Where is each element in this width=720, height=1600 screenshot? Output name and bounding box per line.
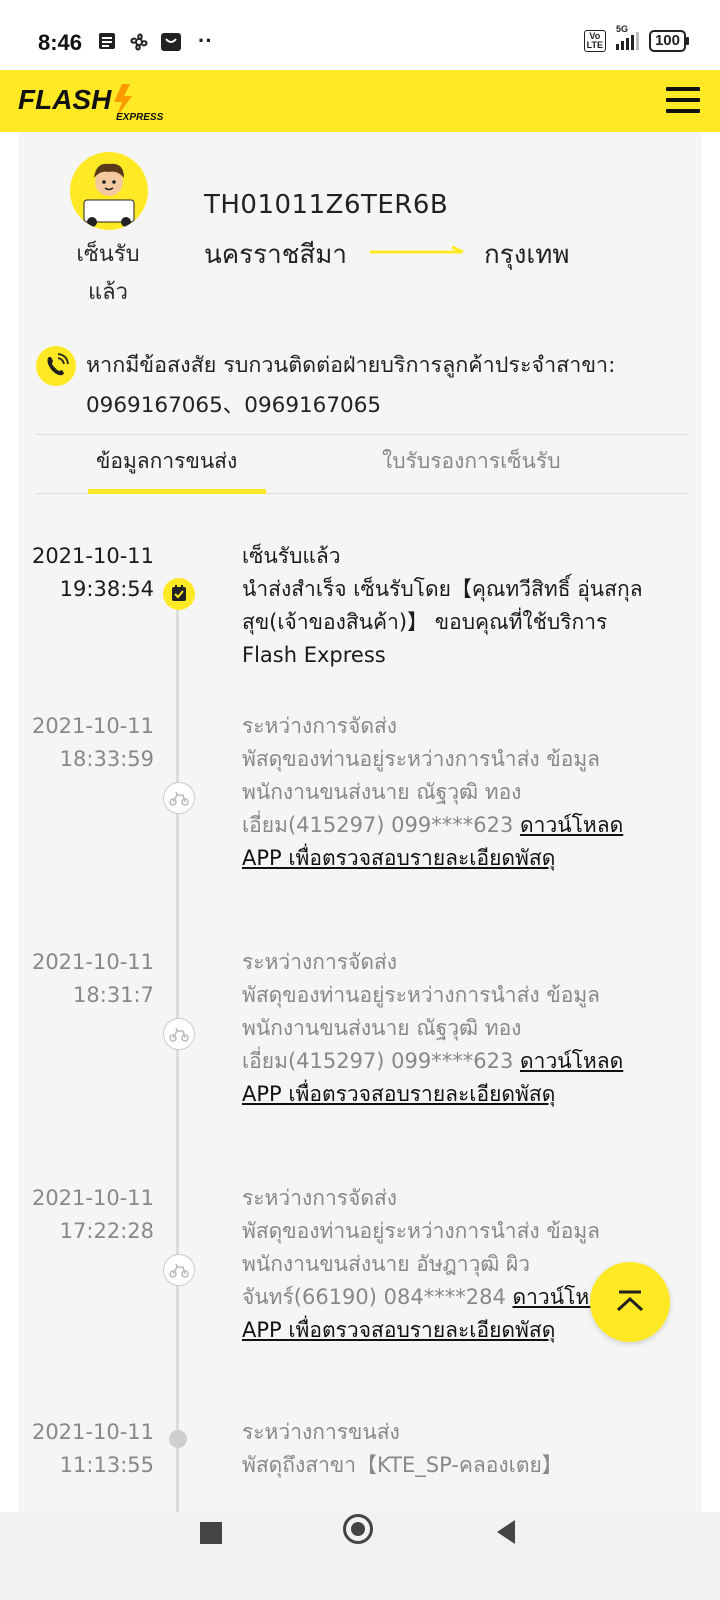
event-time: 18:33:59	[59, 747, 154, 771]
event-time: 17:22:28	[59, 1219, 154, 1243]
event-datetime: 2021-10-11 18:31:7	[18, 946, 154, 1012]
delivery-status: เซ็นรับแล้ว	[76, 242, 140, 305]
event-datetime: 2021-10-11 19:38:54	[18, 540, 154, 606]
signal-icon: 5G	[615, 24, 639, 50]
event-date: 2021-10-11	[31, 1420, 154, 1444]
origin-city: นครราชสีมา	[204, 240, 347, 270]
app-header: FLASH EXPRESS	[0, 70, 720, 132]
event-title: ระหว่างการขนส่ง	[242, 1420, 400, 1444]
hamburger-menu-icon[interactable]	[666, 87, 700, 117]
home-icon[interactable]	[343, 1514, 373, 1544]
more-notifications-icon: ··	[198, 28, 213, 53]
battery-icon: 100	[648, 30, 690, 52]
tab-signature-certificate[interactable]: ใบรับรองการเซ็นรับ	[382, 445, 561, 478]
signed-status-icon	[163, 578, 195, 610]
tab-shipping-info[interactable]: ข้อมูลการขนส่ง	[96, 445, 237, 478]
event-time: 19:38:54	[59, 577, 154, 601]
event-datetime: 2021-10-11 17:22:28	[18, 1182, 154, 1248]
courier-avatar	[70, 152, 148, 230]
motorbike-icon	[163, 782, 195, 814]
chevron-up-icon	[616, 1290, 644, 1312]
event-date: 2021-10-11	[31, 714, 154, 738]
volte-icon: Vo LTE	[583, 30, 606, 52]
event-datetime: 2021-10-11 11:13:55	[18, 1416, 154, 1482]
event-details: เซ็นรับแล้ว นำส่งสำเร็จ เซ็นรับโดย【คุณทว…	[242, 540, 662, 672]
event-details: ระหว่างการจัดส่ง พัสดุของท่านอยู่ระหว่าง…	[242, 946, 662, 1111]
event-date: 2021-10-11	[31, 950, 154, 974]
event-title: ระหว่างการจัดส่ง	[242, 714, 398, 738]
event-date: 2021-10-11	[31, 1186, 154, 1210]
fan-icon	[130, 33, 148, 51]
event-details: ระหว่างการขนส่ง พัสดุถึงสาขา【KTE_SP-คลอง…	[242, 1416, 662, 1482]
destination-city: กรุงเทพ	[484, 240, 570, 270]
status-time: 8:46	[38, 30, 83, 55]
event-date: 2021-10-11	[31, 544, 154, 568]
status-bar: 8:46 ·· Vo LTE 5G 100	[0, 0, 720, 70]
network-type: 5G	[615, 24, 628, 34]
scroll-to-top-button[interactable]	[590, 1262, 670, 1342]
phone-icon[interactable]	[36, 346, 76, 386]
route-arrow-icon	[370, 246, 464, 254]
recent-apps-icon[interactable]	[200, 1522, 222, 1544]
notes-icon	[99, 33, 115, 49]
back-icon[interactable]	[497, 1520, 515, 1544]
timeline-dot	[169, 1430, 187, 1448]
event-details: ระหว่างการจัดส่ง พัสดุของท่านอยู่ระหว่าง…	[242, 710, 662, 875]
event-title: เซ็นรับแล้ว	[242, 544, 341, 568]
event-title: ระหว่างการจัดส่ง	[242, 1186, 398, 1210]
info-tabs: ข้อมูลการขนส่ง ใบรับรองการเซ็นรับ	[36, 434, 688, 494]
event-time: 18:31:7	[73, 983, 154, 1007]
battery-level: 100	[654, 32, 680, 49]
contact-info: หากมีข้อสงสัย รบกวนติดต่อฝ่ายบริการลูกค้…	[86, 353, 616, 418]
event-description: นำส่งสำเร็จ เซ็นรับโดย【คุณทวีสิทธิ์ อุ่น…	[242, 577, 643, 667]
event-datetime: 2021-10-11 18:33:59	[18, 710, 154, 776]
timeline-line	[176, 587, 179, 1517]
shopping-bag-icon	[161, 33, 181, 51]
event-description: พัสดุถึงสาขา【KTE_SP-คลองเตย】	[242, 1453, 563, 1477]
tracking-number: TH01011Z6TER6B	[204, 190, 449, 220]
logo-subtext: EXPRESS	[116, 112, 164, 122]
event-title: ระหว่างการจัดส่ง	[242, 950, 398, 974]
logo-text: FLASH	[18, 84, 112, 115]
active-tab-indicator	[88, 489, 266, 494]
motorbike-icon	[163, 1254, 195, 1286]
flash-express-logo[interactable]: FLASH EXPRESS	[18, 82, 178, 122]
event-time: 11:13:55	[59, 1453, 154, 1477]
motorbike-icon	[163, 1018, 195, 1050]
